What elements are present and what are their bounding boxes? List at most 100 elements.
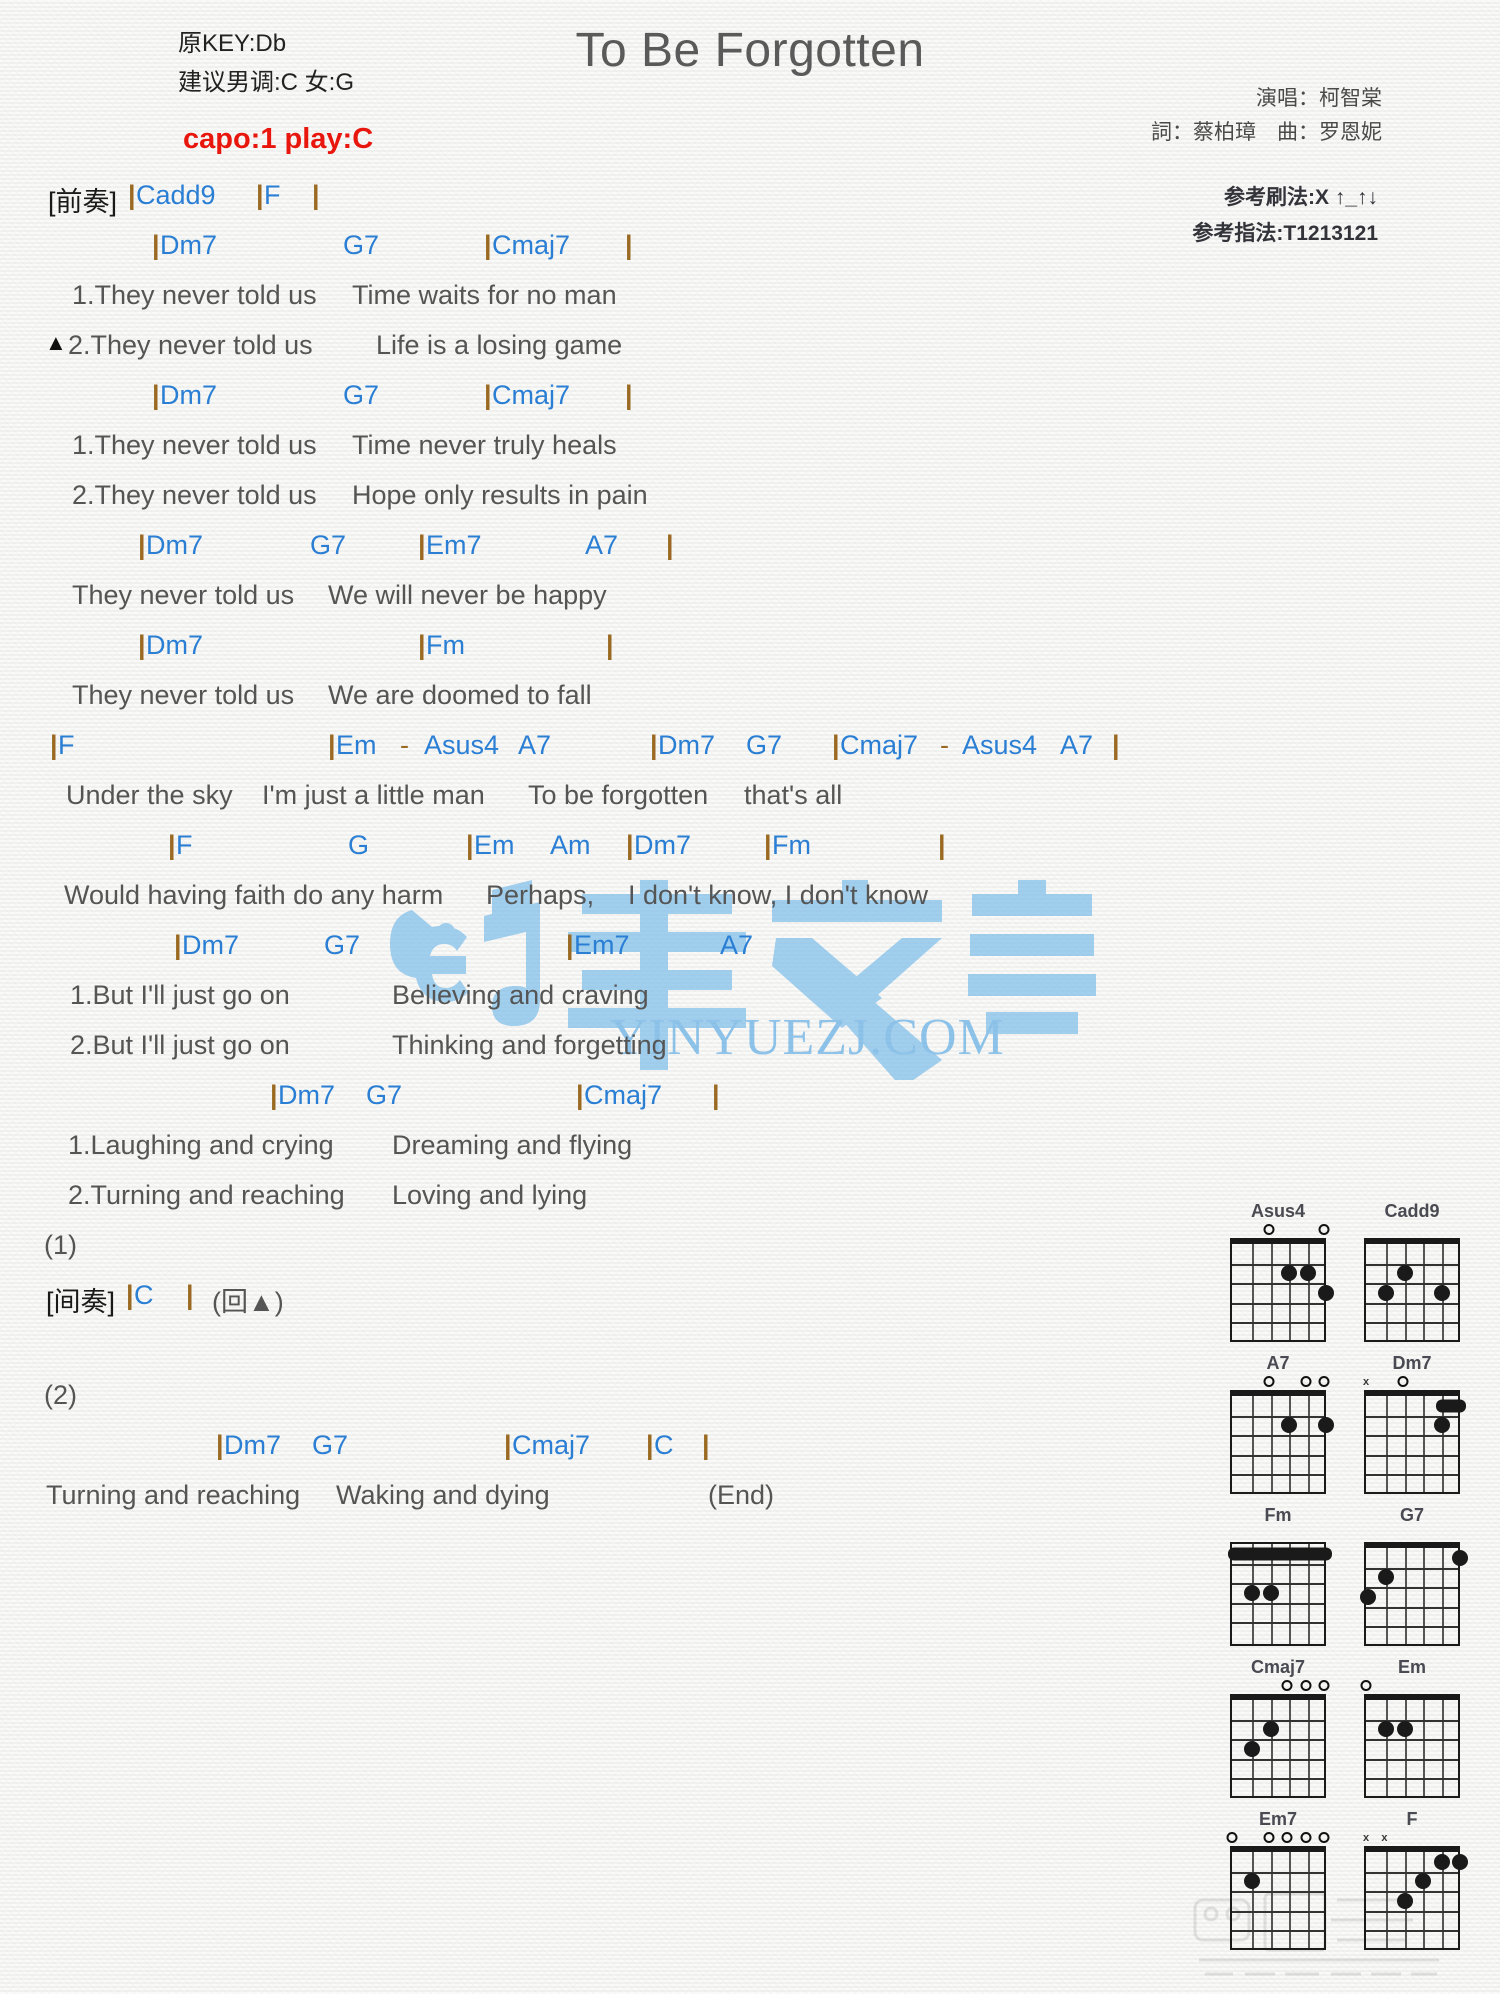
- fretboard: [1360, 1542, 1468, 1646]
- finger-dot: [1396, 1265, 1413, 1282]
- chord-diagram-row: Asus4 Cadd9: [1215, 1200, 1485, 1342]
- chord-token: Em: [474, 830, 515, 860]
- fret-line: [1366, 1435, 1458, 1438]
- barline: |: [1112, 730, 1120, 760]
- finger-dot: [1396, 1721, 1413, 1738]
- fret-line: [1232, 1719, 1324, 1722]
- chord-token: G7: [746, 730, 783, 760]
- fretboard: [1230, 1390, 1334, 1494]
- barline: |: [168, 830, 176, 860]
- string-line: [1307, 1852, 1310, 1948]
- string-line: [1307, 1244, 1310, 1340]
- fretboard: [1228, 1542, 1332, 1646]
- chord-token: G7: [324, 930, 361, 960]
- chord-diagram-name: A7: [1266, 1353, 1290, 1373]
- fret-line: [1232, 1739, 1324, 1742]
- fret-line: [1232, 1871, 1324, 1874]
- chord-line: | F G | Em Am | Dm7 | Fm |: [0, 830, 1240, 880]
- barline: |: [625, 230, 633, 260]
- chord-token: Em7: [574, 930, 630, 960]
- finger-dot: [1378, 1285, 1395, 1301]
- finger-dot: [1244, 1873, 1261, 1890]
- chord-diagram-name: Fm: [1264, 1505, 1292, 1525]
- fretboard: [1364, 1694, 1460, 1798]
- fret-line: [1366, 1626, 1458, 1629]
- barline: |: [128, 180, 136, 210]
- lyric-token: I'm just a little man: [262, 780, 485, 810]
- chord-diagram: A7: [1215, 1352, 1341, 1494]
- barline: |: [764, 830, 772, 860]
- open-string-markers: [1349, 1526, 1475, 1542]
- chord-diagram: Dm7 x: [1349, 1352, 1475, 1494]
- chord-line: | Dm7 G7 | Em7 A7 |: [0, 530, 1240, 580]
- lyric-line: 1.They never told us Time waits for no ma…: [0, 280, 1240, 330]
- muted-string-icon: x: [1381, 1832, 1388, 1844]
- barline: |: [832, 730, 840, 760]
- fretboard: [1230, 1238, 1334, 1342]
- barline: |: [174, 930, 182, 960]
- fret-line: [1366, 1930, 1458, 1933]
- lyric-line: 2.Turning and reaching Loving and lying: [0, 1180, 1240, 1230]
- fretboard: [1230, 1694, 1326, 1798]
- fret-line: [1232, 1283, 1324, 1286]
- chord-token: F: [176, 830, 193, 860]
- lyric-token: Perhaps,: [486, 880, 595, 910]
- string-line: [1423, 1244, 1426, 1340]
- open-string-icon: [1226, 1832, 1238, 1843]
- chord-token: Em: [336, 730, 377, 760]
- repeat-marker-icon: ▲: [45, 330, 67, 355]
- barline: |: [938, 830, 946, 860]
- lyric-line: Would having faith do any harm Perhaps, I …: [0, 880, 1240, 930]
- chord-line: | Dm7 G7 | Em7 A7: [0, 930, 1240, 980]
- chord-token: F: [58, 730, 75, 760]
- finger-dot: [1360, 1589, 1376, 1605]
- barline: |: [576, 1080, 584, 1110]
- finger-dot: [1452, 1549, 1468, 1566]
- string-line: [1252, 1852, 1255, 1948]
- barline: |: [606, 630, 614, 660]
- chord-line: | Dm7 G7 | Cmaj7 |: [0, 380, 1240, 430]
- fretboard: [1230, 1846, 1326, 1950]
- lyric-token: Waking and dying: [336, 1480, 550, 1510]
- finger-dot: [1281, 1417, 1298, 1434]
- lyric-token: 1.They never told us: [72, 430, 317, 460]
- chord-token: G7: [312, 1430, 349, 1460]
- open-string-icon: [1318, 1832, 1330, 1843]
- lyric-line: Turning and reaching Waking and dying (End…: [0, 1480, 1240, 1530]
- chord-diagram: Em: [1349, 1656, 1475, 1798]
- chord-token: Dm7: [634, 830, 692, 860]
- lyric-token: They never told us: [72, 680, 295, 710]
- chord-diagram-row: Cmaj7 Em: [1215, 1656, 1485, 1798]
- fret-line: [1232, 1563, 1324, 1566]
- fret-line: [1232, 1302, 1324, 1305]
- lyric-token: 1.Laughing and crying: [68, 1130, 334, 1160]
- lyric-token: Thinking and forgetting: [392, 1030, 667, 1060]
- string-line: [1404, 1244, 1407, 1340]
- writer-credit: 詞：蔡柏璋 曲：罗恩妮: [1151, 121, 1382, 144]
- string-line: [1441, 1548, 1444, 1644]
- string-line: [1252, 1244, 1255, 1340]
- fret-line: [1366, 1606, 1458, 1609]
- lyric-token: To be forgotten: [528, 780, 709, 810]
- lyric-line: 2.They never told us Hope only results in…: [0, 480, 1240, 530]
- lyric-token: Loving and lying: [392, 1180, 588, 1210]
- barline: |: [666, 530, 674, 560]
- chord-diagram-name: Cadd9: [1384, 1201, 1440, 1221]
- lyric-token: I don't know, I don't know: [628, 880, 928, 910]
- fret-line: [1366, 1474, 1458, 1477]
- fret-line: [1232, 1415, 1324, 1418]
- open-string-markers: [1349, 1222, 1475, 1238]
- lyric-token: Time waits for no man: [352, 280, 617, 310]
- fretboard: [1364, 1390, 1466, 1494]
- fret-line: [1366, 1322, 1458, 1325]
- chord-token: G7: [343, 380, 380, 410]
- chord-token: A7: [585, 530, 619, 560]
- chord-token: Dm7: [278, 1080, 336, 1110]
- barline: |: [312, 180, 320, 210]
- open-string-markers: x: [1349, 1374, 1475, 1390]
- chord-diagram-name: Cmaj7: [1250, 1657, 1306, 1677]
- lyric-line: They never told us We are doomed to fall: [0, 680, 1240, 730]
- barline: |: [138, 630, 146, 660]
- string-line: [1386, 1548, 1389, 1644]
- chord-diagram-row: A7 Dm7 x: [1215, 1352, 1485, 1494]
